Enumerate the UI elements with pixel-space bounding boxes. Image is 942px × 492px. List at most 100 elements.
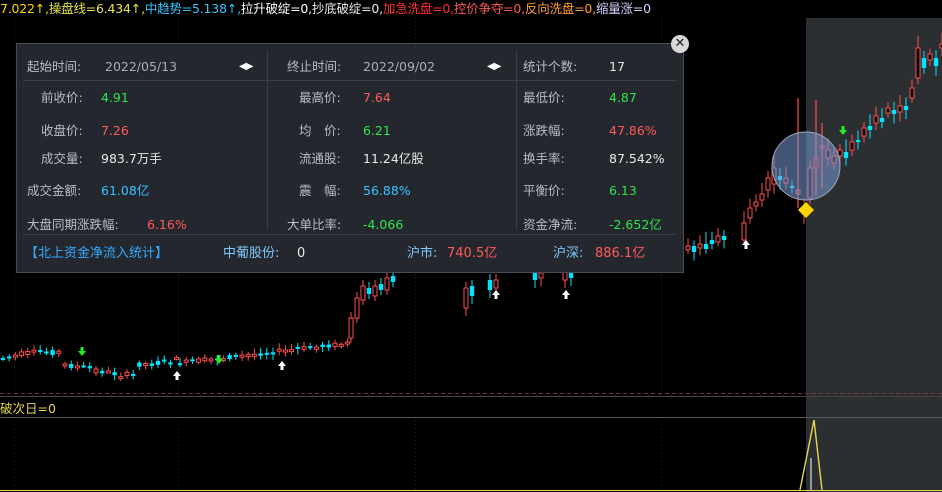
stat-value: -4.066 bbox=[363, 217, 404, 232]
stat-value: 47.86% bbox=[609, 123, 657, 138]
northbound-stats-link[interactable]: 【北上资金净流入统计】 bbox=[25, 240, 168, 268]
candle-body bbox=[715, 235, 721, 243]
close-icon[interactable]: ✕ bbox=[671, 35, 689, 53]
indicator-value: 抄底破绽=0, bbox=[311, 1, 383, 16]
count-value: 17 bbox=[609, 59, 625, 74]
interval-stats-popup: 起始时间: 2022/05/13 ◀▶ 终止时间: 2022/09/02 ◀▶ … bbox=[16, 43, 684, 273]
stat-label: 涨跌幅: bbox=[523, 123, 565, 138]
candle-body bbox=[12, 354, 18, 358]
candle-body bbox=[861, 127, 867, 137]
prev-arrow-icon[interactable]: ◀ bbox=[487, 61, 495, 72]
candle-body bbox=[251, 353, 257, 357]
candle-body bbox=[282, 349, 288, 353]
selection-circle bbox=[771, 131, 841, 201]
up-arrow-icon bbox=[562, 290, 570, 299]
candle-body bbox=[487, 280, 493, 290]
candle-body bbox=[155, 360, 161, 365]
stat-label: 大单比率: bbox=[287, 217, 342, 232]
candle-body bbox=[384, 277, 390, 291]
end-time-label: 终止时间: bbox=[287, 59, 342, 74]
stat-label: 震 幅: bbox=[299, 183, 341, 198]
candle-body bbox=[143, 363, 149, 367]
next-arrow-icon[interactable]: ▶ bbox=[246, 61, 254, 72]
prev-arrow-icon[interactable]: ◀ bbox=[239, 61, 247, 72]
candle-body bbox=[338, 343, 344, 347]
candle-body bbox=[709, 240, 715, 244]
start-time-label: 起始时间: bbox=[27, 59, 82, 74]
candle-body bbox=[469, 286, 475, 296]
candle-body bbox=[31, 349, 37, 353]
stat-value: 61.08亿 bbox=[101, 183, 150, 198]
stat-label: 最低价: bbox=[523, 90, 565, 105]
candle-body bbox=[753, 201, 759, 207]
divider bbox=[516, 50, 517, 230]
candle-body bbox=[124, 371, 130, 377]
next-arrow-icon[interactable]: ▶ bbox=[494, 61, 502, 72]
candle-body bbox=[190, 359, 195, 362]
candle-body bbox=[903, 106, 909, 110]
divider bbox=[23, 234, 677, 235]
stat-value: 11.24亿股 bbox=[363, 151, 424, 166]
indicator-value: 控价争夺=0, bbox=[453, 1, 525, 16]
start-time-value[interactable]: 2022/05/13 bbox=[105, 56, 177, 78]
candle-body bbox=[69, 364, 74, 368]
stat-label: 前收价: bbox=[41, 90, 83, 105]
stat-label: 换手率: bbox=[523, 151, 565, 166]
stat-label: 收盘价: bbox=[41, 123, 83, 138]
indicator-value: 操盘线=6.434↑, bbox=[48, 1, 145, 16]
candle-body bbox=[289, 349, 295, 353]
stock-label: 中葡股份: bbox=[223, 246, 280, 261]
candle-body bbox=[149, 363, 154, 366]
stat-label: 均 价: bbox=[299, 123, 341, 138]
stat-value: 7.64 bbox=[363, 90, 391, 105]
start-time-stepper[interactable]: ◀▶ bbox=[239, 56, 254, 78]
stat-label: 成交量: bbox=[41, 151, 83, 166]
indicator-value: 反向洗盘=0, bbox=[524, 1, 596, 16]
stat-value: -2.652亿 bbox=[609, 217, 662, 232]
stat-value: 7.26 bbox=[101, 123, 129, 138]
candle-body bbox=[233, 354, 238, 357]
candle-body bbox=[933, 58, 939, 66]
candle-body bbox=[174, 357, 180, 361]
candle-body bbox=[747, 207, 753, 219]
candle-body bbox=[239, 354, 245, 358]
candle-body bbox=[196, 358, 202, 363]
candle-body bbox=[344, 341, 350, 345]
up-arrow-icon bbox=[742, 240, 750, 249]
stat-value: 6.13 bbox=[609, 183, 637, 198]
candle-body bbox=[703, 244, 709, 249]
candle-body bbox=[295, 346, 300, 349]
candle-body bbox=[7, 356, 12, 359]
candle-body bbox=[378, 284, 384, 290]
candle-body bbox=[741, 222, 747, 241]
candle-body bbox=[19, 351, 25, 356]
candle-body bbox=[390, 276, 396, 282]
indicator-value: 中趋势=5.138↑, bbox=[144, 1, 241, 16]
candle-body bbox=[112, 372, 117, 376]
end-time-value[interactable]: 2022/09/02 bbox=[363, 56, 435, 78]
stat-value: 4.91 bbox=[101, 90, 129, 105]
candle-body bbox=[360, 285, 366, 301]
indicator-value: 加急洗盘=0, bbox=[382, 1, 454, 16]
candle-body bbox=[105, 370, 111, 374]
candle-body bbox=[183, 359, 189, 363]
stat-label: 流通股: bbox=[299, 151, 341, 166]
hs-value: 886.1亿 bbox=[595, 246, 646, 261]
stat-label: 成交金额: bbox=[27, 183, 82, 198]
candle-body bbox=[873, 115, 879, 124]
down-arrow-icon bbox=[78, 347, 86, 356]
candle-body bbox=[538, 272, 544, 279]
candle-body bbox=[202, 357, 208, 362]
candle-body bbox=[270, 352, 276, 355]
candle-body bbox=[372, 285, 378, 297]
candle-body bbox=[245, 354, 251, 358]
stat-value: 6.21 bbox=[363, 123, 391, 138]
candle-body bbox=[168, 362, 173, 365]
candle-body bbox=[915, 47, 921, 79]
candle-body bbox=[348, 317, 354, 339]
end-time-stepper[interactable]: ◀▶ bbox=[487, 56, 502, 78]
candle-body bbox=[927, 53, 933, 61]
candle-body bbox=[81, 365, 86, 368]
up-arrow-icon bbox=[492, 290, 500, 299]
candle-body bbox=[354, 297, 360, 319]
